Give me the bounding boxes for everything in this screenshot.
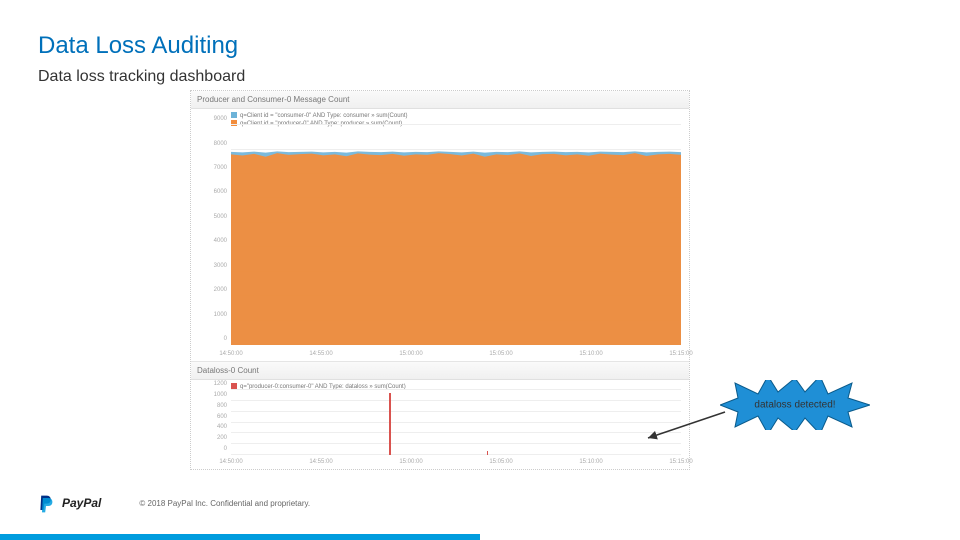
copyright-text: © 2018 PayPal Inc. Confidential and prop…	[139, 499, 310, 508]
ytick: 9000	[203, 116, 227, 122]
ytick: 5000	[203, 214, 227, 220]
ytick: 1000	[203, 312, 227, 318]
paypal-logo-icon	[38, 494, 54, 512]
chart-dataloss: Dataloss-0 Count q="producer-0:consumer-…	[191, 361, 689, 469]
xtick: 14:50:00	[219, 351, 242, 357]
chart2-plot: 0 200 400 600 800 1000 1200 14:50:00 14:…	[231, 390, 681, 455]
page-subtitle: Data loss tracking dashboard	[38, 68, 245, 86]
ytick: 4000	[203, 238, 227, 244]
ytick: 800	[203, 403, 227, 409]
chart1-area-svg	[231, 125, 681, 345]
callout-label: dataloss detected!	[754, 400, 835, 411]
ytick: 0	[203, 446, 227, 452]
page-title: Data Loss Auditing	[38, 32, 238, 60]
ytick: 600	[203, 414, 227, 420]
xtick: 15:00:00	[399, 351, 422, 357]
dataloss-spike	[487, 451, 489, 455]
dataloss-spike	[389, 393, 391, 455]
ytick: 1200	[203, 381, 227, 387]
xtick: 15:10:00	[579, 459, 602, 465]
xtick: 15:10:00	[579, 351, 602, 357]
ytick: 7000	[203, 165, 227, 171]
footer: PayPal © 2018 PayPal Inc. Confidential a…	[38, 494, 310, 512]
callout-starburst: dataloss detected!	[720, 380, 870, 430]
ytick: 0	[203, 336, 227, 342]
chart-message-count: Producer and Consumer-0 Message Count q=…	[191, 91, 689, 361]
xtick: 15:05:00	[489, 459, 512, 465]
xtick: 15:00:00	[399, 459, 422, 465]
ytick: 400	[203, 424, 227, 430]
dashboard-panel: Producer and Consumer-0 Message Count q=…	[190, 90, 690, 470]
chart1-title: Producer and Consumer-0 Message Count	[191, 91, 689, 109]
ytick: 8000	[203, 141, 227, 147]
paypal-wordmark: PayPal	[62, 496, 101, 510]
xtick: 15:15:00	[669, 351, 692, 357]
xtick: 14:50:00	[219, 459, 242, 465]
accent-bar	[0, 534, 960, 540]
ytick: 3000	[203, 263, 227, 269]
chart1-plot: 0 1000 2000 3000 4000 5000 6000 7000 800…	[231, 125, 681, 345]
ytick: 200	[203, 435, 227, 441]
ytick: 2000	[203, 287, 227, 293]
xtick: 14:55:00	[309, 459, 332, 465]
ytick: 1000	[203, 392, 227, 398]
xtick: 15:05:00	[489, 351, 512, 357]
xtick: 15:15:00	[669, 459, 692, 465]
chart2-title: Dataloss-0 Count	[191, 362, 689, 380]
xtick: 14:55:00	[309, 351, 332, 357]
legend-consumer: q=Client id = "consumer-0" AND Type: con…	[231, 113, 408, 119]
ytick: 6000	[203, 189, 227, 195]
